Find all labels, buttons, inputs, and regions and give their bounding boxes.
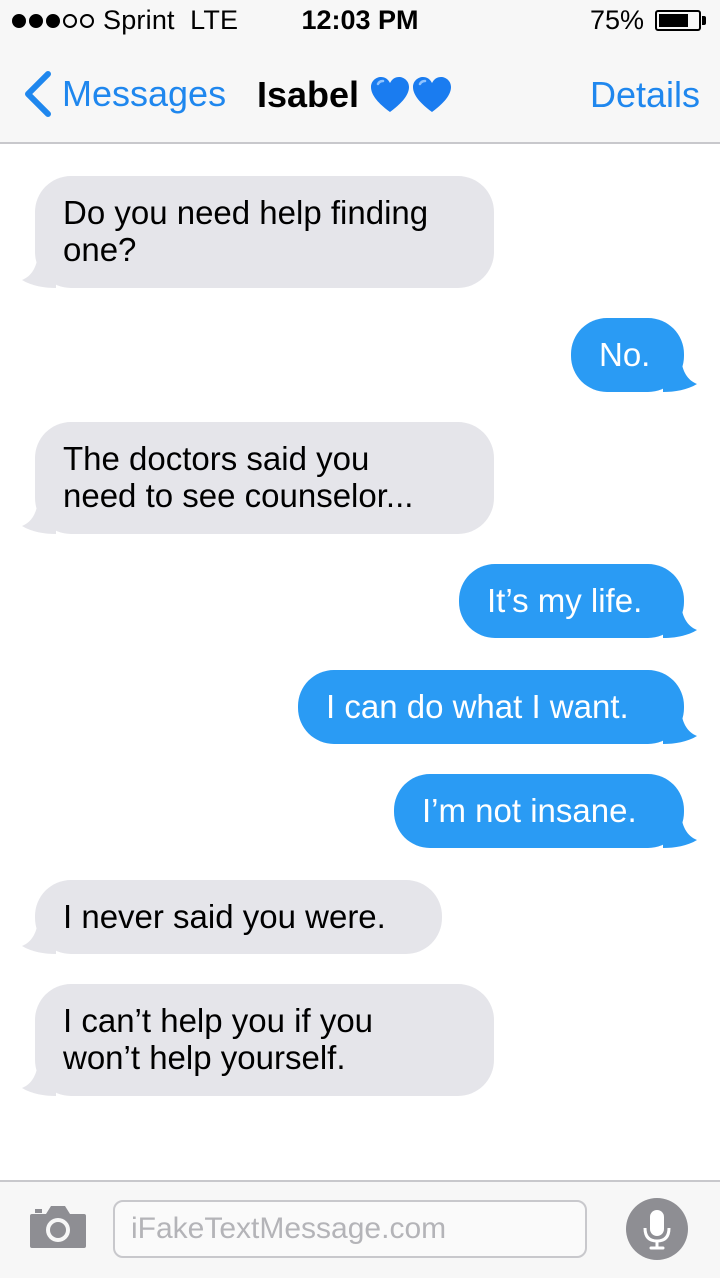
message-bubble-incoming[interactable]: I can’t help you if you won’t help yours… bbox=[22, 984, 494, 1096]
status-bar: Sprint LTE 12:03 PM 75% bbox=[0, 0, 720, 44]
microphone-icon bbox=[643, 1210, 671, 1250]
battery-icon bbox=[655, 10, 701, 31]
details-button[interactable]: Details bbox=[590, 74, 700, 116]
message-bubble-outgoing[interactable]: It’s my life. bbox=[459, 564, 697, 638]
back-button[interactable]: Messages bbox=[18, 68, 226, 120]
navigation-bar: Messages Isabel Details bbox=[0, 44, 720, 144]
contact-name: Isabel bbox=[257, 74, 360, 115]
message-input[interactable] bbox=[113, 1200, 587, 1258]
message-text: I never said you were. bbox=[63, 898, 386, 935]
messages-screen: Sprint LTE 12:03 PM 75% Messages Isabel bbox=[0, 0, 720, 1278]
blue-heart-icon bbox=[371, 77, 410, 112]
back-button-label: Messages bbox=[62, 73, 227, 114]
chevron-left-icon bbox=[25, 71, 51, 117]
compose-bar bbox=[0, 1180, 720, 1278]
battery-percent: 75% bbox=[589, 5, 644, 35]
title-emoji bbox=[369, 75, 453, 115]
conversation-title[interactable]: Isabel bbox=[257, 74, 453, 116]
message-text: No. bbox=[599, 336, 651, 373]
bubble-tail bbox=[22, 1058, 56, 1096]
bubble-tail bbox=[663, 354, 697, 392]
message-text: I can’t help you if you won’t help yours… bbox=[63, 1002, 374, 1076]
microphone-button[interactable] bbox=[626, 1198, 688, 1260]
message-text: I can do what I want. bbox=[326, 688, 629, 725]
message-bubble-outgoing[interactable]: No. bbox=[571, 318, 697, 392]
message-bubble-incoming[interactable]: Do you need help finding one? bbox=[22, 176, 494, 288]
message-text: It’s my life. bbox=[487, 582, 643, 619]
bubble-tail bbox=[22, 496, 56, 534]
bubble-tail bbox=[22, 250, 56, 288]
blue-heart-icon bbox=[413, 77, 452, 112]
camera-icon[interactable] bbox=[28, 1202, 88, 1250]
message-bubble-incoming[interactable]: I never said you were. bbox=[22, 880, 442, 954]
bubble-tail bbox=[663, 600, 697, 638]
message-text: I’m not insane. bbox=[422, 792, 637, 829]
message-bubble-incoming[interactable]: The doctors said you need to see counsel… bbox=[22, 422, 494, 534]
battery-fill bbox=[659, 14, 688, 27]
message-bubble-outgoing[interactable]: I can do what I want. bbox=[298, 670, 697, 744]
message-bubble-outgoing[interactable]: I’m not insane. bbox=[394, 774, 697, 848]
bubble-tail bbox=[663, 810, 697, 848]
battery-tip bbox=[702, 16, 706, 25]
message-text: Do you need help finding one? bbox=[63, 194, 429, 268]
bubble-tail bbox=[663, 706, 697, 744]
bubble-tail bbox=[22, 916, 56, 954]
message-text: The doctors said you need to see counsel… bbox=[63, 440, 414, 514]
